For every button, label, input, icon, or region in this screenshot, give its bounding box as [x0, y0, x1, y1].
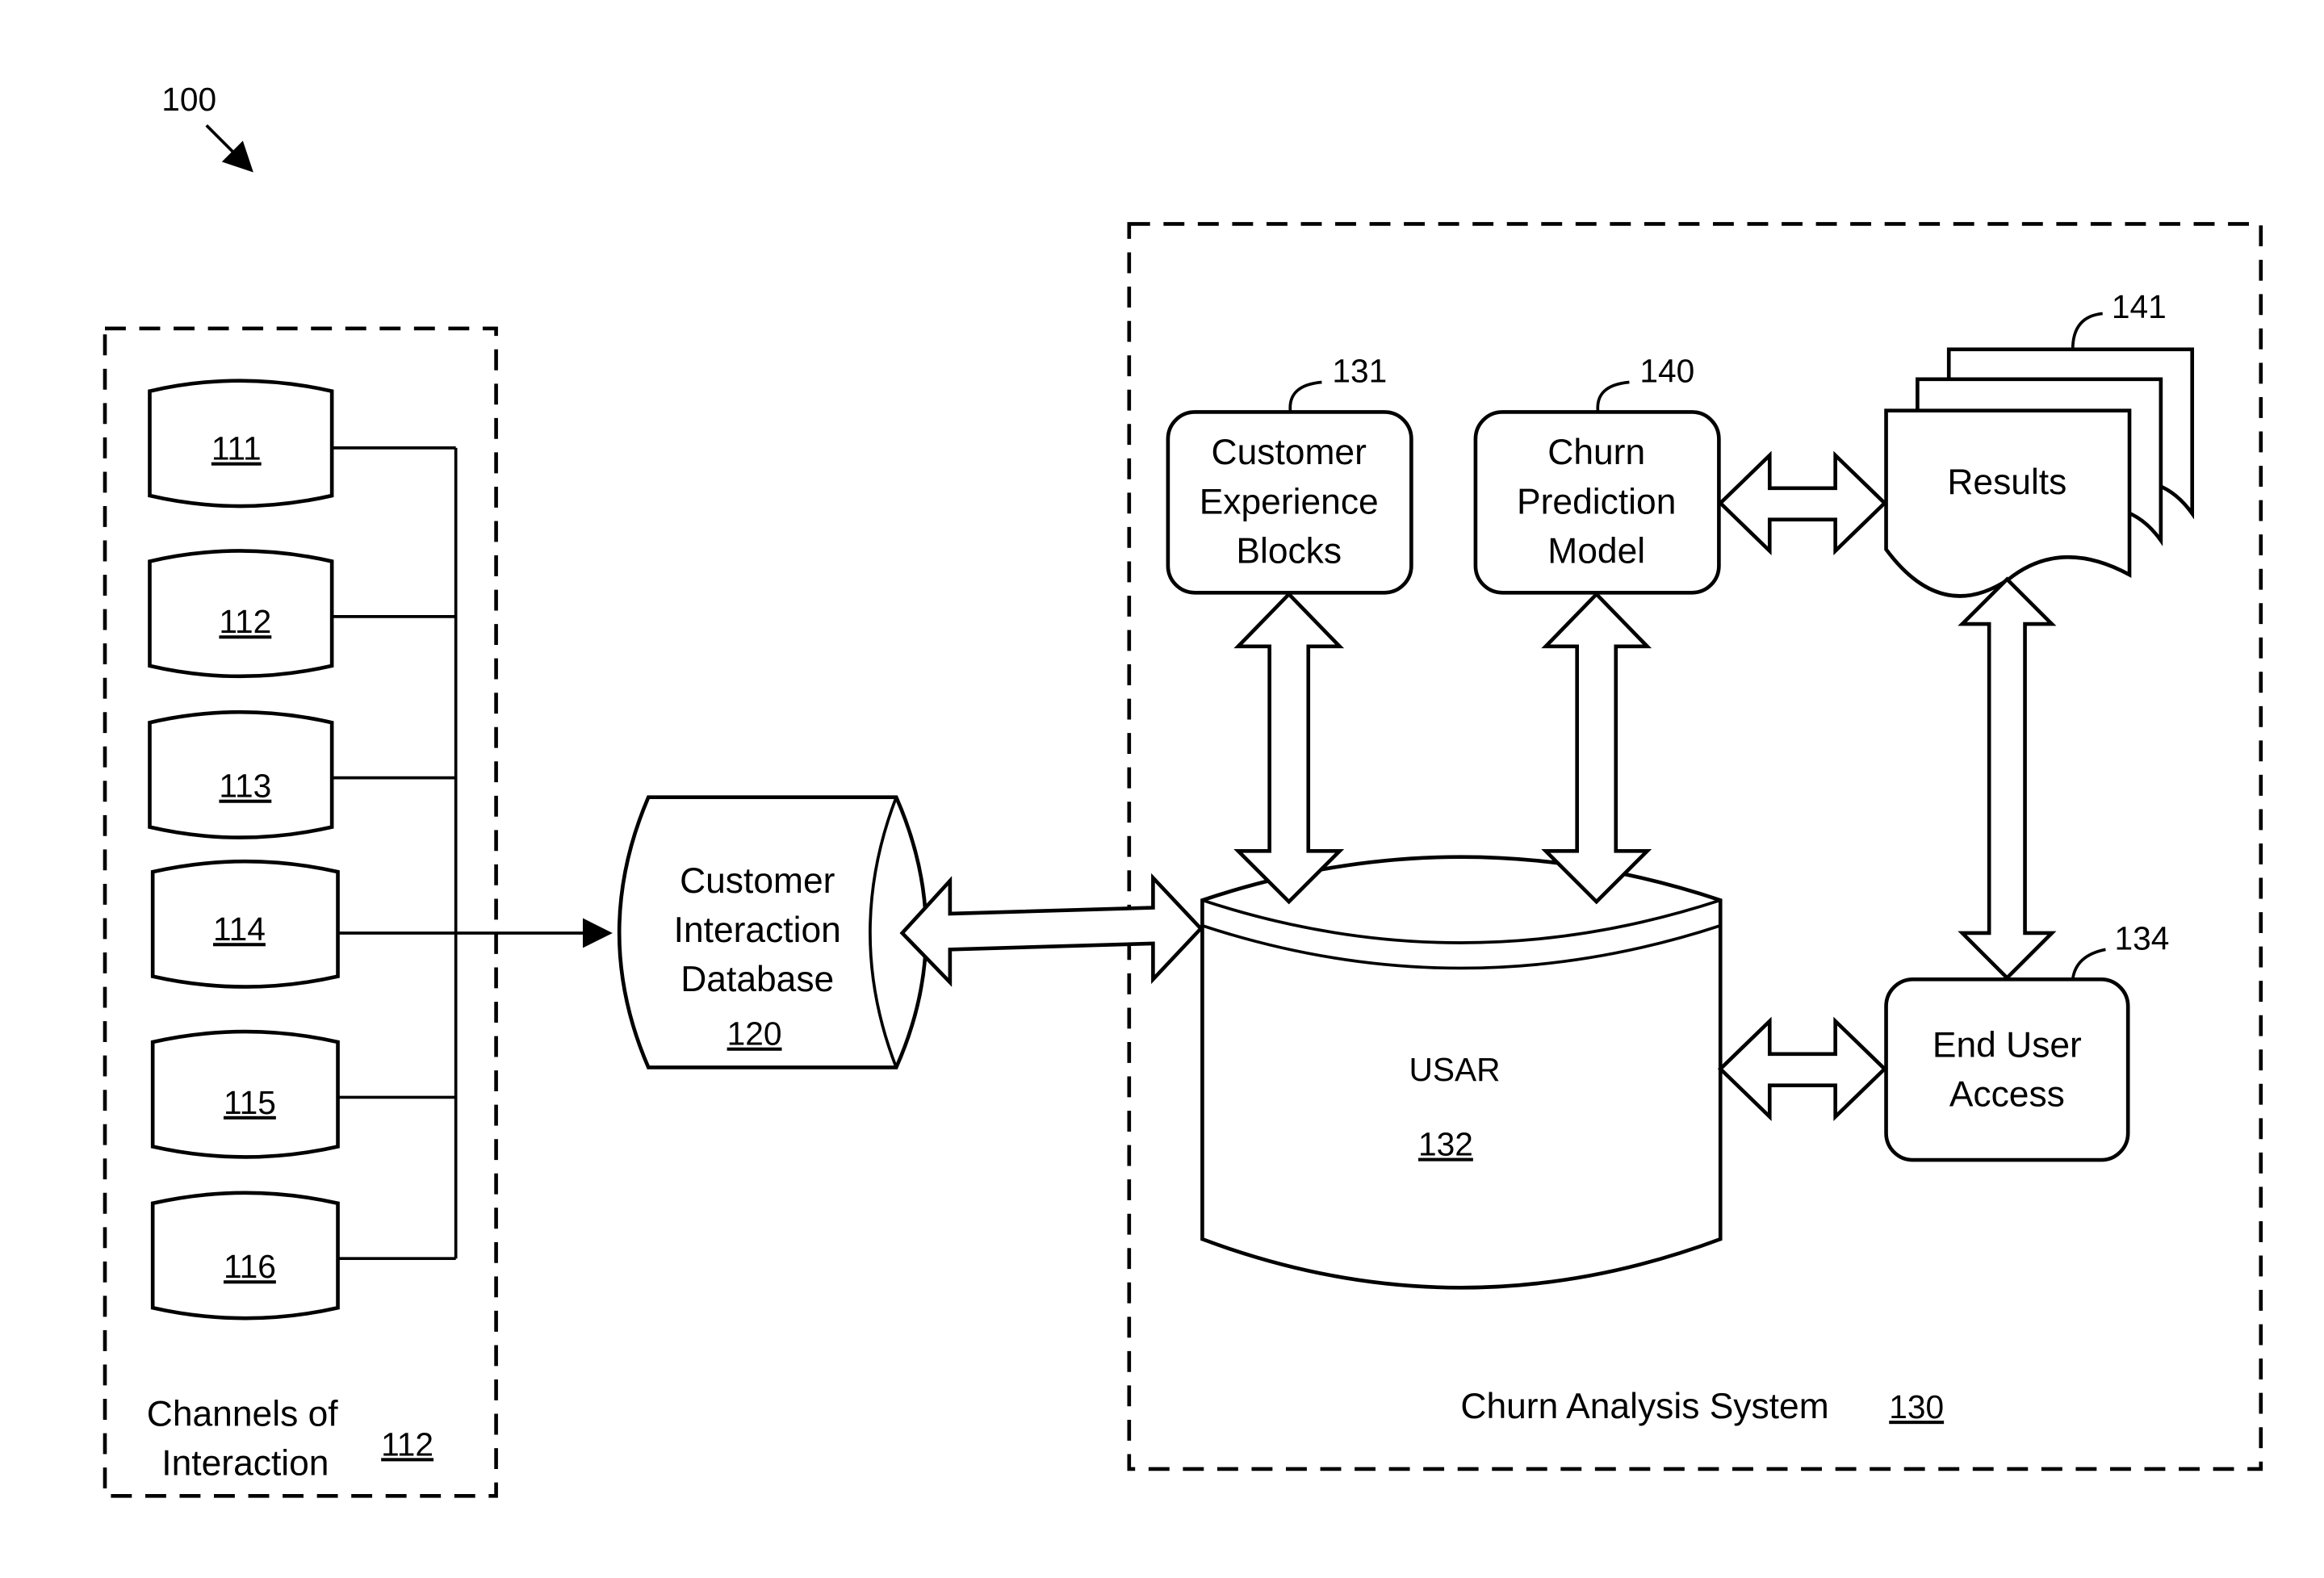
svg-text:USAR: USAR [1409, 1051, 1500, 1088]
svg-text:Model: Model [1547, 531, 1645, 571]
channels-label-line2: Interaction [161, 1443, 329, 1483]
svg-text:Customer: Customer [680, 861, 835, 901]
usar-repository: USAR 132 [1200, 855, 1723, 1290]
channel-bus [332, 446, 613, 1261]
svg-text:Access: Access [1949, 1075, 2065, 1115]
svg-text:111: 111 [211, 430, 262, 467]
model-usar-arrow [1541, 591, 1652, 905]
results-enduser-arrow [1958, 576, 2057, 981]
svg-text:131: 131 [1332, 352, 1387, 389]
svg-text:113: 113 [219, 768, 271, 805]
svg-text:Results: Results [1947, 463, 2066, 502]
channel-115: 115 [150, 1029, 340, 1159]
system-label: Churn Analysis System [1460, 1387, 1828, 1426]
customer-interaction-database: Customer Interaction Database 120 [617, 795, 928, 1069]
channels-label-line1: Channels of [147, 1394, 338, 1434]
svg-text:114: 114 [213, 910, 266, 948]
system-ref: 130 [1889, 1388, 1944, 1425]
figure-ref-arrow [205, 124, 253, 173]
svg-text:116: 116 [224, 1248, 276, 1285]
model-results-arrow [1717, 450, 1888, 555]
svg-text:Blocks: Blocks [1236, 531, 1342, 571]
svg-text:Interaction: Interaction [674, 910, 841, 950]
svg-text:134: 134 [2115, 919, 2170, 956]
svg-text:140: 140 [1639, 352, 1694, 389]
svg-text:Prediction: Prediction [1517, 482, 1676, 521]
svg-text:End User: End User [1932, 1025, 2082, 1065]
usar-enduser-arrow [1717, 1016, 1888, 1121]
svg-text:141: 141 [2112, 288, 2167, 325]
svg-text:Experience: Experience [1200, 482, 1379, 521]
figure-ref: 100 [161, 81, 216, 118]
svg-text:112: 112 [219, 603, 271, 640]
results-documents: Results 141 [1884, 288, 2195, 598]
channel-113: 113 [148, 709, 334, 839]
svg-text:115: 115 [224, 1084, 276, 1121]
churn-analysis-diagram: 100 111 112 113 114 115 116 Channels of … [103, 81, 2263, 1498]
database-usar-arrow [899, 873, 1204, 987]
churn-prediction-model: Churn Prediction Model 140 [1473, 352, 1721, 595]
channel-114: 114 [150, 859, 340, 989]
channel-stack: 111 112 113 114 115 116 [148, 379, 340, 1321]
svg-text:Churn: Churn [1547, 433, 1645, 472]
svg-text:120: 120 [727, 1015, 782, 1053]
channel-112: 112 [148, 549, 334, 679]
svg-text:Customer: Customer [1212, 433, 1367, 472]
svg-text:132: 132 [1418, 1126, 1473, 1163]
channel-116: 116 [150, 1191, 340, 1321]
svg-text:Database: Database [680, 960, 834, 999]
cx-usar-arrow [1233, 591, 1345, 905]
channels-ref: 112 [381, 1425, 433, 1463]
channel-111: 111 [148, 379, 334, 509]
customer-experience-blocks: Customer Experience Blocks 131 [1166, 352, 1413, 595]
